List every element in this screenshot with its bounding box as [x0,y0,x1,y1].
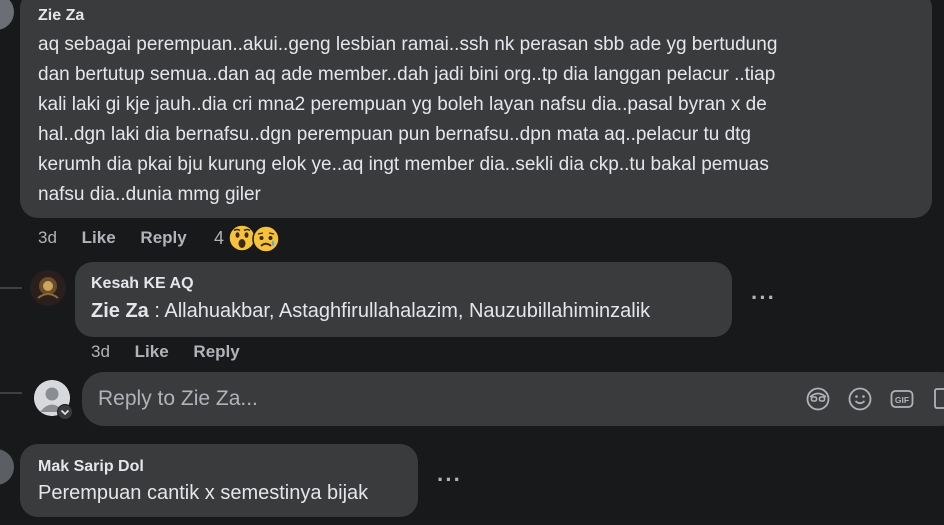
reply-composer: GIF [82,372,944,426]
avatar-sticker-icon[interactable] [805,386,831,412]
reply-button[interactable]: Reply [140,228,186,247]
comment-text-content: : Allahuakbar, Astaghfirullahalazim, Nau… [148,300,651,322]
more-options-button[interactable]: ··· [751,285,776,311]
comment-text-line: dan bertutup semua..dan aq ade member..d… [38,64,776,85]
avatar-kesah-ke-aq[interactable] [30,270,66,306]
comment-text-line: hal..dgn laki dia bernafsu..dgn perempua… [38,124,751,145]
comment-text: aq sebagai perempuan..akui..geng lesbian… [38,30,928,210]
mention-link[interactable]: Zie Za [91,300,149,322]
emoji-icon[interactable] [847,386,873,412]
reply-button[interactable]: Reply [193,342,239,361]
like-button[interactable]: Like [82,228,116,247]
svg-text:GIF: GIF [895,395,909,405]
sticker-icon[interactable] [931,386,944,412]
sad-reaction-icon [252,225,280,253]
comment-bubble-kesah-ke-aq: Kesah KE AQ Zie Za : Allahuakbar, Astagh… [75,262,732,337]
comment-text-line: kali laki gi kje jauh..dia cri mna2 pere… [38,94,767,115]
comment-time[interactable]: 3d [38,228,57,247]
more-options-button[interactable]: ··· [437,467,462,493]
comment-actions: 3d Like Reply [91,342,240,362]
comment-text: Perempuan cantik x semestinya bijak [38,482,369,504]
thread-connector [0,392,22,394]
comment-bubble-zie-za: Zie Za aq sebagai perempuan..akui..geng … [20,0,932,218]
like-button[interactable]: Like [135,342,169,361]
comment-author[interactable]: Zie Za [38,7,84,25]
comment-text-line: aq sebagai perempuan..akui..geng lesbian… [38,34,778,55]
reply-input[interactable] [98,374,778,424]
comment-text-line: nafsu dia..dunia mmg giler [38,184,261,205]
gif-icon[interactable]: GIF [889,386,915,412]
comment-text-line: kerumh dia pkai bju kurung elok ye..aq i… [38,154,769,175]
comment-bubble-mak-sarip-dol: Mak Sarip Dol Perempuan cantik x semesti… [20,444,418,517]
avatar-zie-za[interactable] [0,0,14,30]
thread-connector [0,287,22,289]
comment-text: Zie Za : Allahuakbar, Astaghfirullahalaz… [91,300,650,323]
avatar-mak-sarip-dol[interactable] [0,449,14,485]
chevron-down-icon[interactable] [57,404,73,420]
comment-author[interactable]: Kesah KE AQ [91,275,194,293]
comment-time[interactable]: 3d [91,342,110,361]
reaction-count: 4 [214,228,225,248]
avatar-image [30,270,66,306]
comment-author[interactable]: Mak Sarip Dol [38,458,144,476]
comment-actions: 3d Like Reply [38,228,187,248]
